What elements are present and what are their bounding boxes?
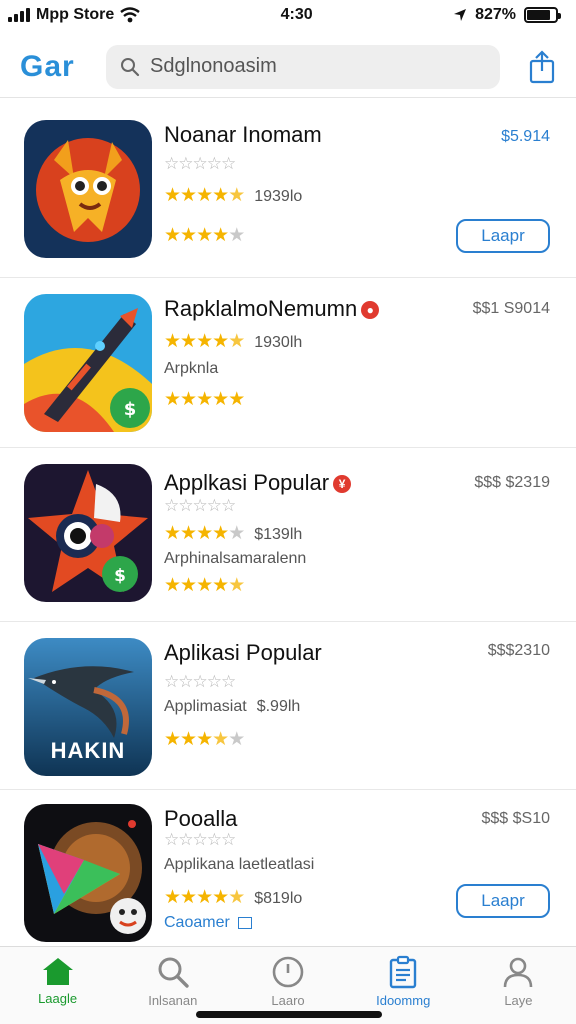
list-item[interactable]: $ RapklalmoNemumn ● $$1 S9014 ★★★★★ 1930lh…: [0, 278, 576, 448]
tab-label: Inlsanan: [148, 993, 198, 1008]
battery-percent: 827%: [475, 6, 516, 23]
status-bar: Mpp Store 4:30 827%: [0, 0, 576, 30]
carrier-label: Mpp Store: [36, 6, 115, 23]
app-subtitle: Applimasiat $.99lh: [164, 698, 300, 716]
top-bar: Gar Sdglnonoasim: [0, 36, 576, 98]
rating-count: 1939lo: [254, 188, 303, 205]
star-icons: ★★★★★: [164, 729, 245, 750]
star-rating: ★★★★★: [164, 224, 245, 247]
app-subtitle: Applikana laetleatlasi: [164, 856, 315, 873]
app-icon-rocket[interactable]: $: [24, 294, 152, 432]
status-right: 827%: [453, 6, 561, 24]
app-subtitle-text: Applimasiat: [164, 698, 247, 715]
app-title[interactable]: Aplikasi Popular: [164, 640, 322, 666]
app-price: $$$ $2319: [474, 474, 550, 491]
rating-outline: ☆☆☆☆☆: [164, 672, 236, 691]
tab-label: Laye: [504, 993, 533, 1008]
share-button[interactable]: [500, 49, 556, 84]
home-indicator: [196, 1011, 382, 1018]
rating-outline: ☆☆☆☆☆: [164, 496, 236, 515]
star-icons: ★★★★★: [164, 389, 245, 410]
app-subtitle-count: $.99lh: [256, 698, 301, 715]
app-title[interactable]: Noanar Inomam: [164, 122, 322, 148]
person-icon: [504, 957, 533, 988]
star-rating: ★★★★★: [164, 388, 245, 411]
rating-count: $819lo: [254, 890, 303, 907]
signal-icon: [8, 8, 30, 22]
battery-level: [526, 10, 550, 20]
star-icons: ★★★★★: [164, 225, 245, 246]
app-subtitle: Arpknla: [164, 360, 219, 377]
battery-icon: [523, 7, 561, 23]
star-icons: ★★★★★: [164, 523, 245, 544]
external-link-icon: [238, 916, 253, 929]
rating-count: 1930lh: [254, 334, 303, 351]
app-title-text: RapklalmoNemumn: [164, 296, 358, 321]
star-rating: ★★★★★: [164, 574, 245, 597]
get-button[interactable]: Laapr: [456, 219, 550, 253]
app-subtitle: Arphinalsamaralenn: [164, 550, 307, 567]
rating-outline: ☆☆☆☆☆: [164, 830, 236, 849]
app-title[interactable]: Applkasi Popular ¥: [164, 470, 352, 496]
clock-time: 4:30: [280, 6, 313, 23]
tab-profile[interactable]: Laye: [461, 947, 576, 1024]
app-price: $5.914: [501, 128, 550, 145]
svg-text:$: $: [124, 399, 137, 420]
app-title[interactable]: RapklalmoNemumn ●: [164, 296, 380, 322]
app-price: $$$2310: [487, 642, 550, 659]
developer-link[interactable]: Caoamer: [164, 914, 253, 932]
get-button[interactable]: Laapr: [456, 884, 550, 918]
status-left: Mpp Store: [8, 6, 140, 24]
brand-logo[interactable]: Gar: [20, 50, 106, 84]
list-item[interactable]: $ Applkasi Popular ¥ $$$ $2319 ☆☆☆☆☆ ★★★★…: [0, 448, 576, 622]
star-icons: ★★★★★: [164, 331, 245, 352]
svg-text:$: $: [114, 566, 126, 586]
share-icon: [529, 49, 555, 83]
wifi-icon: [120, 7, 140, 23]
developer-link-label: Caoamer: [164, 914, 230, 931]
app-icon-star[interactable]: $: [24, 464, 152, 602]
star-icons: ★★★★★: [164, 887, 245, 908]
tab-home[interactable]: Laagle: [0, 947, 115, 1024]
app-icon-fox[interactable]: [24, 120, 152, 258]
app-icon-dragon[interactable]: HAKIN: [24, 638, 152, 776]
notification-badge: ¥: [333, 475, 352, 494]
star-rating: ★★★★★ 1930lh: [164, 330, 302, 353]
location-icon: [454, 9, 467, 21]
search-icon: [121, 57, 140, 76]
tab-label: Laagle: [38, 991, 78, 1006]
clock-icon: [272, 956, 304, 988]
star-icons: ★★★★★: [164, 575, 245, 596]
search-placeholder: Sdglnonoasim: [150, 55, 277, 77]
tab-label: Laaro: [271, 993, 305, 1008]
star-icons: ★★★★★: [164, 185, 245, 206]
rating-outline: ☆☆☆☆☆: [164, 154, 236, 173]
tab-label: Idoommg: [376, 993, 431, 1008]
list-item[interactable]: Noanar Inomam $5.914 ☆☆☆☆☆ ★★★★★ 1939lo ★…: [0, 100, 576, 278]
app-title[interactable]: Pooalla: [164, 806, 237, 832]
notification-badge: ●: [361, 301, 380, 320]
star-rating: ★★★★★ $819lo: [164, 886, 302, 909]
star-rating: ★★★★★ 1939lo: [164, 184, 302, 207]
search-icon: [158, 957, 189, 988]
list-item[interactable]: Pooalla $$$ $S10 ☆☆☆☆☆ Applikana laetlea…: [0, 790, 576, 950]
star-rating: ★★★★★ $139lh: [164, 522, 302, 545]
home-icon: [42, 958, 73, 985]
app-icon-splash[interactable]: [24, 804, 152, 942]
app-icon-label: HAKIN: [50, 738, 126, 763]
star-rating: ★★★★★: [164, 728, 245, 751]
rating-count: $139lh: [254, 526, 303, 543]
list-item[interactable]: HAKIN Aplikasi Popular $$$2310 ☆☆☆☆☆ App…: [0, 622, 576, 790]
app-price: $$$ $S10: [481, 810, 550, 827]
app-price: $$1 S9014: [472, 300, 550, 317]
list-icon: [390, 955, 417, 989]
app-list: Noanar Inomam $5.914 ☆☆☆☆☆ ★★★★★ 1939lo ★…: [0, 100, 576, 950]
app-title-text: Applkasi Popular: [164, 470, 330, 495]
search-input[interactable]: Sdglnonoasim: [106, 44, 500, 89]
